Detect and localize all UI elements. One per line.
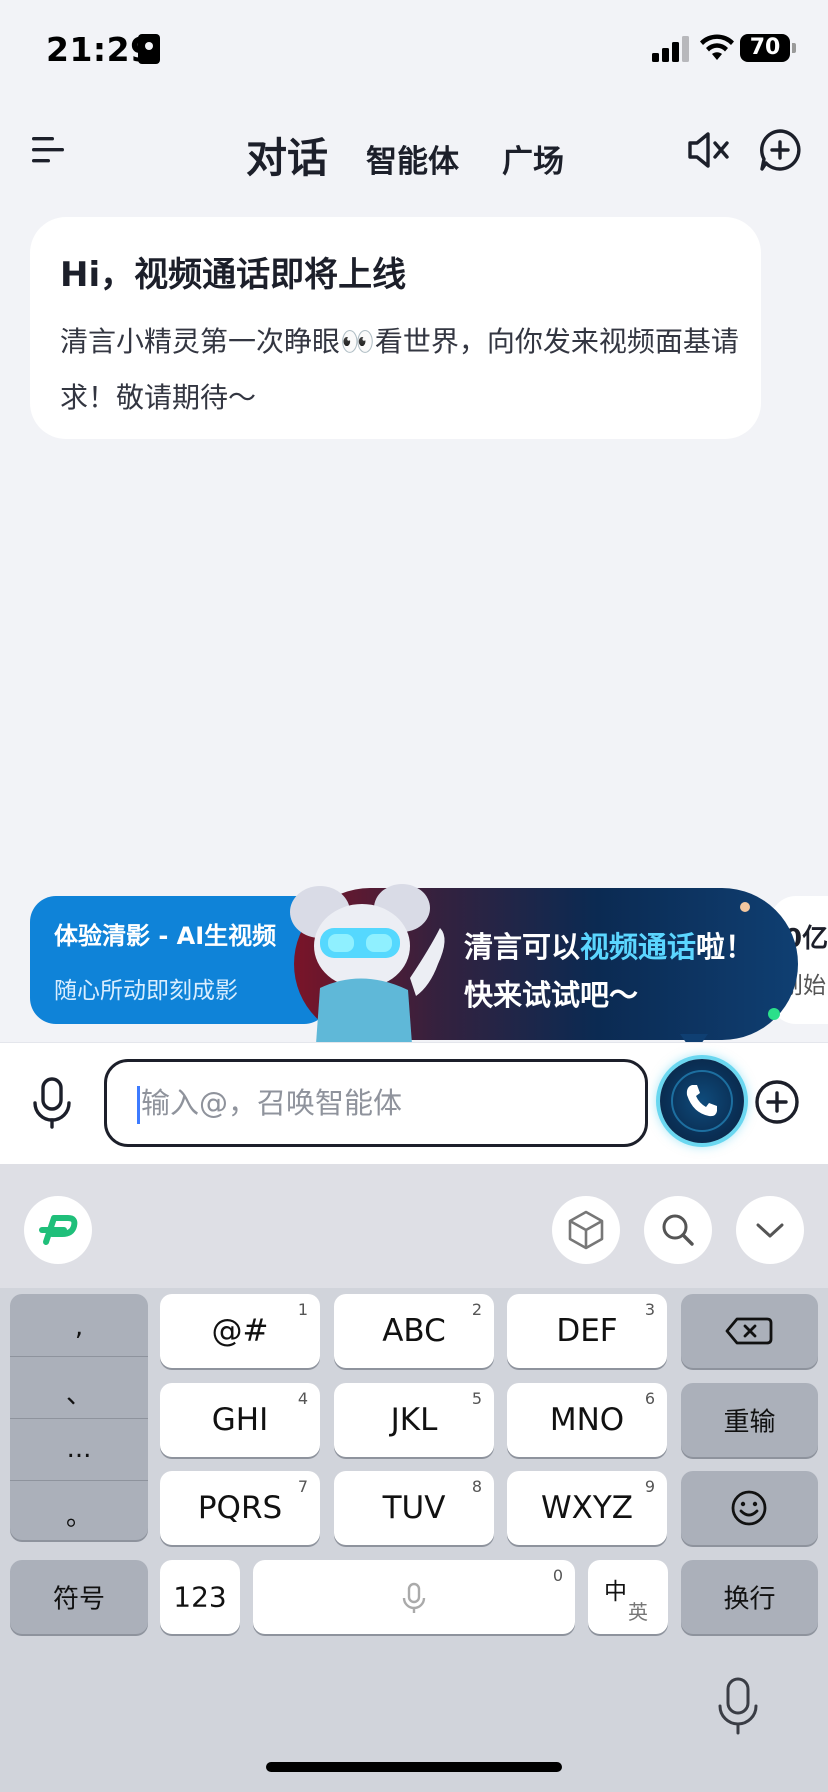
punct-key[interactable]: 、 (10, 1374, 148, 1411)
key-2[interactable]: ABC 2 (334, 1294, 494, 1368)
promo-banner-video-gen[interactable]: 体验清影 - AI生视频 随心所动即刻成影 (30, 896, 330, 1024)
message-input-box[interactable] (104, 1059, 648, 1147)
keyboard-toolbar (0, 1164, 828, 1288)
key-9[interactable]: WXYZ 9 (507, 1471, 667, 1545)
status-bar: 21:29 70 (0, 0, 828, 100)
punct-key[interactable]: , (10, 1312, 148, 1342)
video-call-button[interactable] (660, 1059, 744, 1143)
punctuation-column[interactable]: , 、 ... 。 (10, 1294, 148, 1540)
chat-input-bar (0, 1042, 828, 1164)
tab-agents[interactable]: 智能体 (366, 136, 459, 181)
card-body: 清言小精灵第一次睁眼👀看世界，向你发来视频面基请求！敬请期待～ (60, 325, 739, 414)
numbers-key[interactable]: 123 (160, 1560, 240, 1634)
speaker-muted-icon[interactable] (684, 128, 732, 172)
reenter-key[interactable]: 重输 (681, 1383, 818, 1457)
menu-icon[interactable] (30, 130, 70, 170)
key-7[interactable]: PQRS 7 (160, 1471, 320, 1545)
return-key[interactable]: 换行 (681, 1560, 818, 1634)
microphone-icon[interactable] (30, 1075, 74, 1131)
emoji-key[interactable] (681, 1471, 818, 1545)
new-chat-icon[interactable] (756, 126, 804, 174)
decor-dot (768, 1008, 780, 1020)
id-card-icon (138, 34, 160, 64)
ime-logo-icon (39, 1215, 78, 1245)
message-input[interactable] (141, 1076, 621, 1130)
key-3[interactable]: DEF 3 (507, 1294, 667, 1368)
video-call-tooltip[interactable]: 清言可以视频通话啦！ 快来试试吧～ (290, 884, 798, 1054)
language-switch-key[interactable]: 中 英 (588, 1560, 668, 1634)
key-4[interactable]: GHI 4 (160, 1383, 320, 1457)
text-cursor (137, 1086, 140, 1124)
announcement-card[interactable]: Hi，视频通话即将上线 清言小精灵第一次睁眼👀看世界，向你发来视频面基请求！敬请… (30, 217, 761, 439)
emoji-icon (731, 1490, 767, 1526)
divider (10, 1418, 148, 1419)
promo-title: 体验清影 - AI生视频 (54, 922, 277, 950)
home-indicator[interactable] (266, 1762, 562, 1772)
divider (10, 1356, 148, 1357)
symbols-key[interactable]: 符号 (10, 1560, 148, 1634)
battery-indicator: 70 (740, 34, 796, 62)
microphone-icon (402, 1582, 426, 1613)
key-6[interactable]: MNO 6 (507, 1383, 667, 1457)
key-5[interactable]: JKL 5 (334, 1383, 494, 1457)
key-1[interactable]: @# 1 (160, 1294, 320, 1368)
top-nav: 对话 智能体 广场 (0, 110, 828, 190)
divider (10, 1480, 148, 1481)
tab-square[interactable]: 广场 (502, 136, 564, 181)
wifi-icon (700, 34, 734, 60)
tooltip-line-1: 清言可以视频通话啦！ (464, 930, 755, 964)
chevron-down-icon (756, 1223, 784, 1238)
phone-icon (671, 1070, 733, 1132)
card-title: Hi，视频通话即将上线 (60, 255, 407, 295)
key-8[interactable]: TUV 8 (334, 1471, 494, 1545)
cube-button[interactable] (552, 1196, 620, 1264)
ime-keyboard: , 、 ... 。 @# 1 ABC 2 DEF 3 GHI 4 JKL 5 MNO 6 重… (0, 1164, 828, 1792)
backspace-icon (725, 1317, 773, 1345)
cube-icon (568, 1210, 604, 1250)
backspace-key[interactable] (681, 1294, 818, 1368)
cellular-signal-icon (652, 36, 692, 62)
tooltip-line-2: 快来试试吧～ (464, 978, 639, 1012)
punct-key[interactable]: 。 (10, 1496, 148, 1533)
collapse-keyboard-button[interactable] (736, 1196, 804, 1264)
search-button[interactable] (644, 1196, 712, 1264)
decor-dot (740, 902, 750, 912)
space-key[interactable]: 0 (253, 1560, 575, 1634)
search-icon (662, 1214, 694, 1246)
punct-key[interactable]: ... (10, 1434, 148, 1464)
ime-logo-button[interactable] (24, 1196, 92, 1264)
mascot-illustration (290, 884, 445, 1044)
dictation-microphone-icon[interactable] (716, 1676, 760, 1736)
tab-chat[interactable]: 对话 (246, 124, 328, 184)
promo-subtitle: 随心所动即刻成影 (54, 978, 238, 1004)
add-icon[interactable] (754, 1079, 800, 1125)
